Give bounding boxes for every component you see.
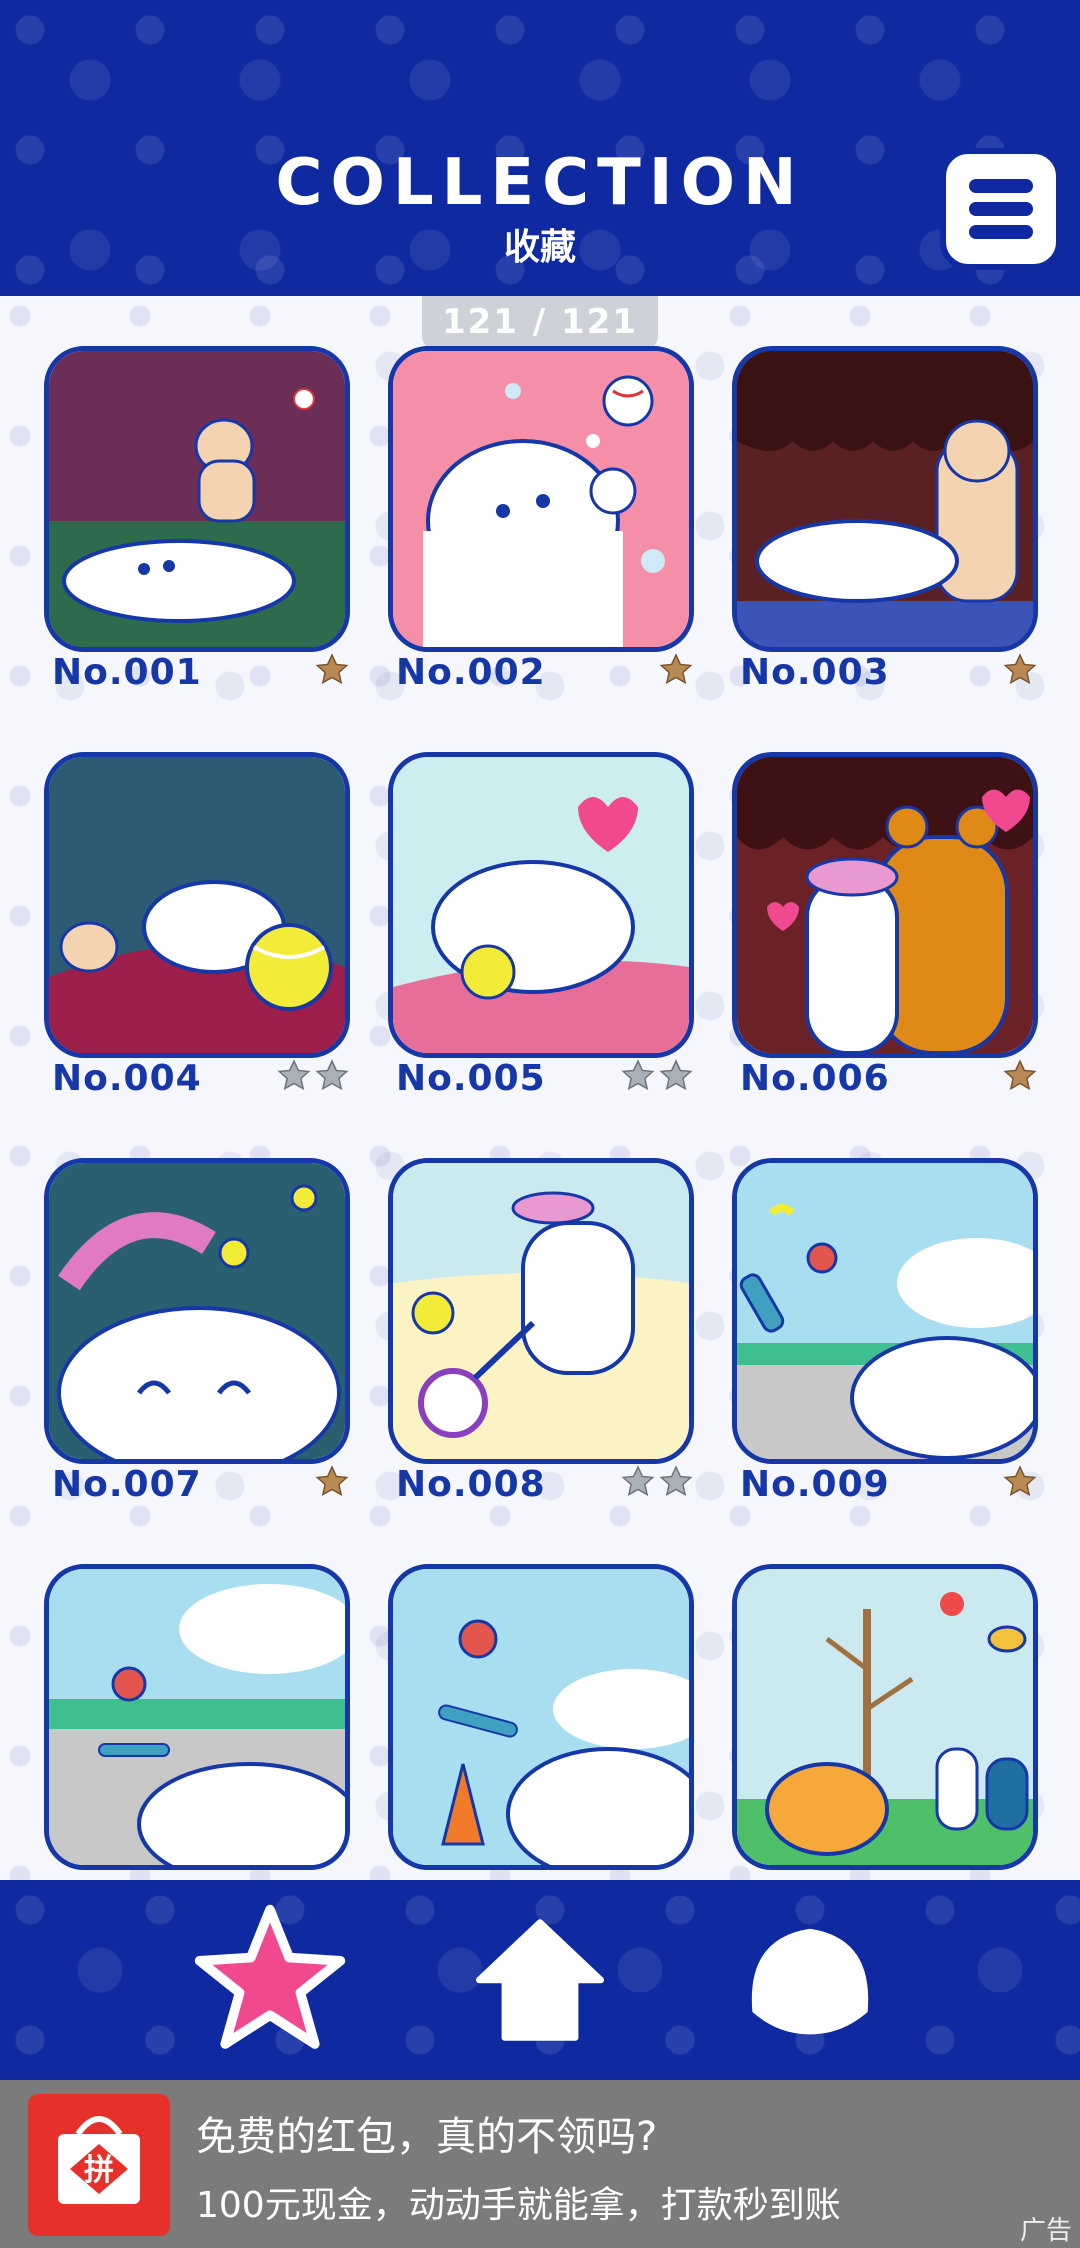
star-icon [1003, 653, 1037, 685]
rarity-stars [1002, 1058, 1038, 1094]
bottom-navigation [0, 1880, 1080, 2080]
pinduoduo-logo: 拼 [28, 2094, 170, 2236]
rarity-stars [1002, 652, 1038, 688]
item-thumbnail [732, 1158, 1038, 1464]
item-thumbnail [732, 346, 1038, 652]
star-icon [1003, 1465, 1037, 1497]
page-subtitle: 收藏 [503, 227, 576, 268]
item-thumbnail [732, 1564, 1038, 1870]
star-icon [277, 1059, 311, 1091]
item-number: No.007 [52, 1464, 202, 1505]
ad-banner[interactable]: 拼 免费的红包，真的不领吗? 100元现金，动动手就能拿，打款秒到账 广告 [0, 2080, 1080, 2248]
item-thumbnail [388, 1564, 694, 1870]
rarity-stars [1002, 1464, 1038, 1500]
nav-home-button[interactable] [460, 1900, 620, 2060]
item-thumbnail [44, 346, 350, 652]
star-icon [621, 1059, 655, 1091]
ad-description: 100元现金，动动手就能拿，打款秒到账 [196, 2185, 841, 2226]
nav-collection-button[interactable] [190, 1900, 350, 2060]
dog-head-icon [751, 1928, 869, 2035]
hamburger-menu-icon [969, 179, 1033, 239]
item-thumbnail [388, 346, 694, 652]
home-icon [476, 1919, 604, 2041]
rarity-stars [314, 652, 350, 688]
rarity-stars [658, 652, 694, 688]
star-icon [621, 1465, 655, 1497]
collection-counter: 121 / 121 [422, 296, 658, 350]
item-number: No.001 [52, 652, 202, 693]
star-icon [315, 1465, 349, 1497]
item-number: No.009 [740, 1464, 890, 1505]
item-number: No.002 [396, 652, 546, 693]
star-icon [659, 653, 693, 685]
star-icon [659, 1059, 693, 1091]
item-thumbnail [44, 1564, 350, 1870]
rarity-stars [276, 1058, 350, 1094]
item-number: No.005 [396, 1058, 546, 1099]
ad-label: 广告 [1019, 2216, 1072, 2246]
item-number: No.003 [740, 652, 890, 693]
item-number: No.008 [396, 1464, 546, 1505]
page-title: COLLECTION [275, 146, 805, 220]
ad-title: 免费的红包，真的不领吗? [196, 2114, 658, 2160]
header: COLLECTION 收藏 [0, 0, 1080, 296]
item-number: No.004 [52, 1058, 202, 1099]
star-icon [315, 653, 349, 685]
star-icon [1003, 1059, 1037, 1091]
nav-dog-button[interactable] [730, 1900, 890, 2060]
svg-text:拼: 拼 [84, 2153, 114, 2188]
rarity-stars [620, 1464, 694, 1500]
item-number: No.006 [740, 1058, 890, 1099]
menu-button[interactable] [940, 148, 1062, 270]
rarity-stars [314, 1464, 350, 1500]
item-thumbnail [44, 1158, 350, 1464]
item-thumbnail [44, 752, 350, 1058]
star-icon [315, 1059, 349, 1091]
item-thumbnail [388, 1158, 694, 1464]
rarity-stars [620, 1058, 694, 1094]
item-thumbnail [732, 752, 1038, 1058]
star-icon [659, 1465, 693, 1497]
item-thumbnail [388, 752, 694, 1058]
star-icon [194, 1904, 346, 2049]
